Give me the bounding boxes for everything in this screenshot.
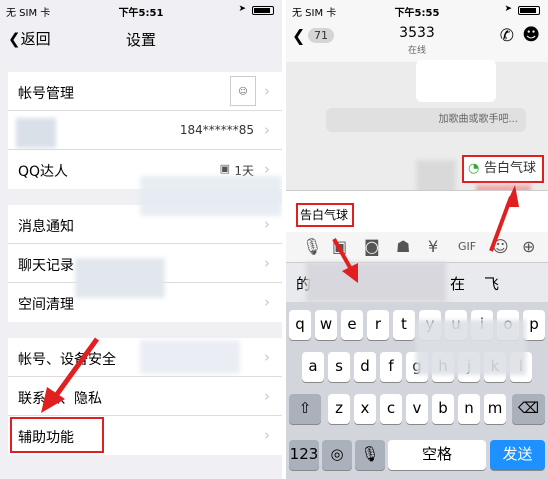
redaction — [16, 118, 56, 148]
hint-bar: 加歌曲或歌手吧... — [326, 108, 526, 132]
redaction — [140, 340, 240, 374]
chevron-right-icon: › — [264, 215, 270, 233]
profile-icon[interactable]: ☻ — [522, 25, 540, 45]
arrow-icon — [41, 337, 100, 413]
camera-icon[interactable]: ◙ — [364, 237, 380, 256]
key-b[interactable]: b — [432, 394, 454, 424]
key-f[interactable]: f — [380, 352, 402, 382]
key-a[interactable]: a — [302, 352, 324, 382]
chat-nav-bar: ❮ 71 3533 在线 ✆ ☻ — [286, 20, 548, 62]
chat-screen: 无 SIM 卡 下午5:55 ➤ ❮ 71 3533 在线 ✆ ☻ 加歌曲或歌手… — [286, 0, 548, 479]
key-v[interactable]: v — [406, 394, 428, 424]
settings-screen: 无 SIM 卡 下午5:51 ➤ ❮返回 设置 帐号管理 ☺ › 184******… — [0, 0, 282, 479]
delete-key[interactable]: ⌫ — [512, 394, 545, 424]
redaction — [75, 258, 165, 298]
candidate[interactable]: 飞 — [484, 273, 499, 294]
globe-key[interactable]: ◎ — [322, 440, 352, 470]
chevron-right-icon: › — [264, 293, 270, 311]
row-account[interactable]: 帐号管理 ☺ › — [8, 72, 282, 111]
battery-icon — [518, 6, 540, 15]
key-p[interactable]: p — [523, 310, 545, 340]
key-x[interactable]: x — [354, 394, 376, 424]
candidate[interactable]: 在 — [450, 273, 465, 294]
space-key[interactable]: 空格 — [388, 440, 486, 470]
location-icon: ➤ — [504, 4, 512, 14]
redaction — [140, 176, 282, 216]
nav-bar: ❮返回 设置 — [0, 20, 282, 60]
key-e[interactable]: e — [341, 310, 363, 340]
key-q[interactable]: q — [289, 310, 311, 340]
highlight-box — [10, 417, 104, 453]
suggest-bubble[interactable]: ◔ 告白气球 — [462, 155, 544, 183]
arrow-icon — [489, 185, 519, 252]
chevron-right-icon: › — [264, 254, 270, 272]
qq-daren-icon: ▣ — [219, 162, 230, 175]
location-icon: ➤ — [238, 4, 246, 14]
key-n[interactable]: n — [458, 394, 480, 424]
message-bubble — [416, 60, 496, 102]
wallet-icon[interactable]: ¥ — [428, 237, 438, 256]
status-bar: 无 SIM 卡 下午5:55 ➤ — [286, 0, 548, 20]
gift-icon[interactable]: ☗ — [396, 237, 410, 256]
send-button[interactable]: 发送 — [490, 440, 545, 470]
key-z[interactable]: z — [328, 394, 350, 424]
status-bar: 无 SIM 卡 下午5:51 ➤ — [0, 0, 282, 20]
shift-key[interactable]: ⇧ — [289, 394, 321, 424]
page-title: 设置 — [125, 31, 156, 49]
phone-icon[interactable]: ✆ — [500, 26, 514, 46]
key-r[interactable]: r — [367, 310, 389, 340]
key-s[interactable]: s — [328, 352, 350, 382]
add-icon[interactable]: ⊕ — [522, 237, 535, 256]
chevron-right-icon: › — [264, 348, 270, 366]
key-w[interactable]: w — [315, 310, 337, 340]
chevron-right-icon: › — [264, 426, 270, 444]
battery-icon — [252, 6, 274, 15]
chevron-right-icon: › — [264, 82, 270, 100]
chevron-right-icon: › — [264, 121, 270, 139]
key-d[interactable]: d — [354, 352, 376, 382]
key-m[interactable]: m — [484, 394, 506, 424]
numbers-key[interactable]: 123 — [289, 440, 319, 470]
avatar: ☺ — [230, 76, 256, 106]
music-icon: ◔ — [468, 161, 480, 176]
gif-icon[interactable]: GIF — [458, 240, 476, 253]
redaction — [416, 320, 526, 375]
mic-key[interactable]: 🎙 — [355, 440, 385, 470]
mic-icon[interactable]: 🎙 — [302, 237, 322, 256]
key-t[interactable]: t — [393, 310, 415, 340]
arrow-icon — [332, 238, 358, 283]
chevron-right-icon: › — [264, 387, 270, 405]
key-c[interactable]: c — [380, 394, 402, 424]
